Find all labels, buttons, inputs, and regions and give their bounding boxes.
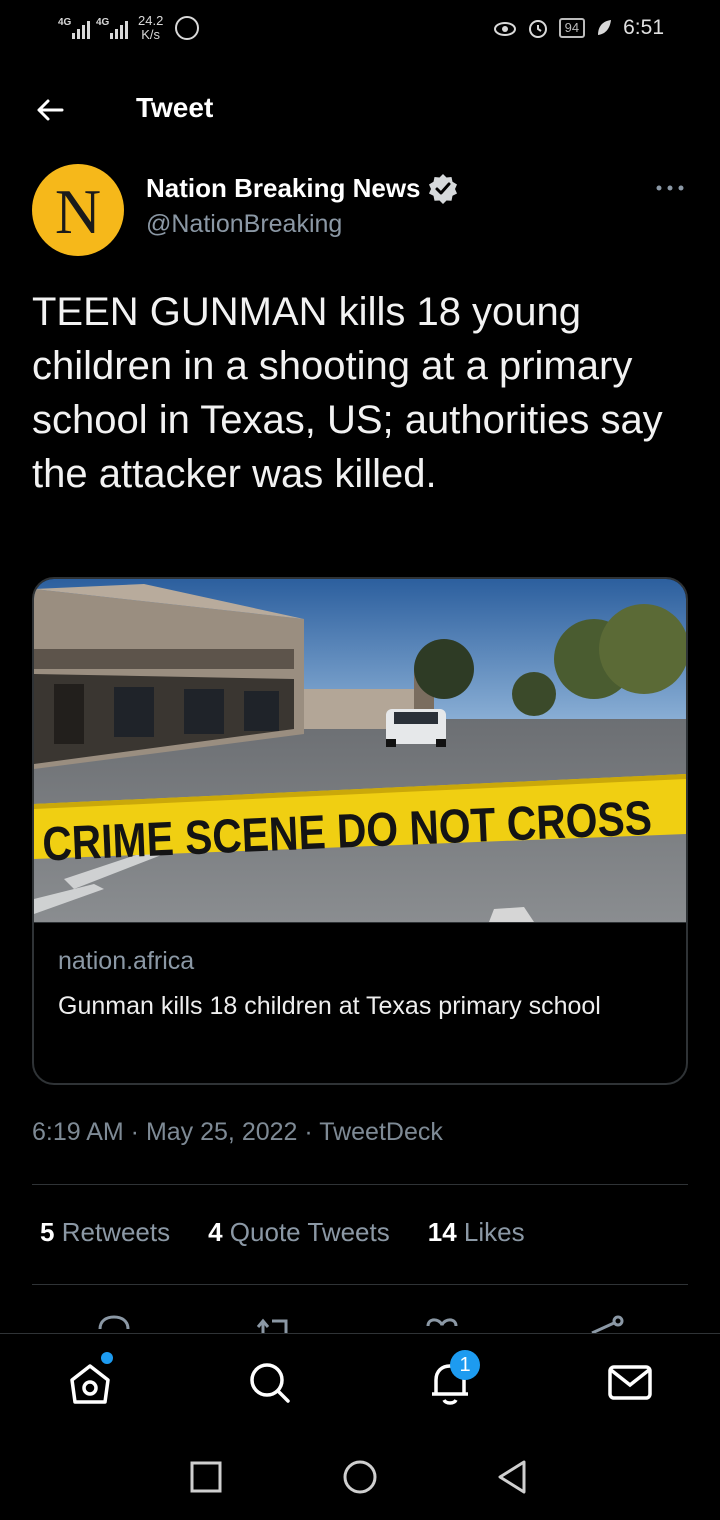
notifications-badge: 1: [450, 1350, 480, 1380]
share-icon[interactable]: [586, 1311, 626, 1335]
tweet-stats: 5 Retweets 4 Quote Tweets 14 Likes: [40, 1217, 525, 1248]
card-domain: nation.africa: [58, 947, 195, 975]
author-handle[interactable]: @NationBreaking: [146, 210, 342, 239]
recents-icon[interactable]: [186, 1457, 226, 1497]
eye-comfort-icon: [493, 22, 516, 36]
whatsapp-icon: [175, 16, 200, 40]
battery-indicator: 94: [558, 18, 586, 38]
messages-icon[interactable]: [602, 1354, 658, 1410]
divider: [32, 1184, 688, 1185]
system-nav: [0, 1433, 720, 1520]
home-circle-icon[interactable]: [340, 1457, 380, 1497]
alarm-icon: [528, 20, 547, 38]
likes-stat[interactable]: 14 Likes: [428, 1217, 525, 1248]
tweet-text: TEEN GUNMAN kills 18 young children in a…: [32, 290, 663, 496]
home-unread-dot: [101, 1352, 113, 1364]
reply-icon[interactable]: [94, 1311, 134, 1335]
top-header: Tweet: [0, 80, 720, 140]
tweet-timestamp: 6:19 AM · May 25, 2022 · TweetDeck: [32, 1118, 443, 1146]
quote-tweets-stat[interactable]: 4 Quote Tweets: [208, 1217, 390, 1248]
clock: 6:51: [623, 16, 664, 39]
back-triangle-icon[interactable]: [492, 1457, 532, 1497]
retweets-stat[interactable]: 5 Retweets: [40, 1217, 170, 1248]
status-bar: 4G 4G 24.2 K/s 94 6:51: [0, 0, 720, 62]
page-title: Tweet: [136, 92, 214, 123]
tweet-actions: [0, 1305, 720, 1335]
link-card[interactable]: CRIME SCENE DO NOT CROSS nation.africa G…: [32, 577, 688, 1085]
back-arrow-icon[interactable]: [32, 92, 68, 128]
author-name[interactable]: Nation Breaking News: [146, 172, 459, 204]
bottom-nav: 1: [0, 1333, 720, 1433]
avatar[interactable]: N: [32, 164, 124, 256]
network-speed: 24.2 K/s: [138, 13, 164, 42]
avatar-letter: N: [54, 176, 102, 247]
like-icon[interactable]: [422, 1311, 462, 1335]
retweet-icon[interactable]: [254, 1311, 294, 1335]
card-title: Gunman kills 18 children at Texas primar…: [58, 992, 601, 1020]
signal-icon: 4G: [58, 17, 90, 39]
more-icon[interactable]: [654, 176, 686, 200]
verified-badge-icon: [428, 174, 457, 204]
card-body: nation.africa Gunman kills 18 children a…: [34, 922, 686, 1083]
signal-icon-2: 4G: [96, 17, 128, 39]
search-icon[interactable]: [242, 1354, 298, 1410]
divider: [32, 1284, 688, 1285]
card-image: CRIME SCENE DO NOT CROSS: [34, 579, 686, 922]
leaf-icon: [598, 20, 612, 35]
author-name-text: Nation Breaking News: [146, 172, 421, 203]
